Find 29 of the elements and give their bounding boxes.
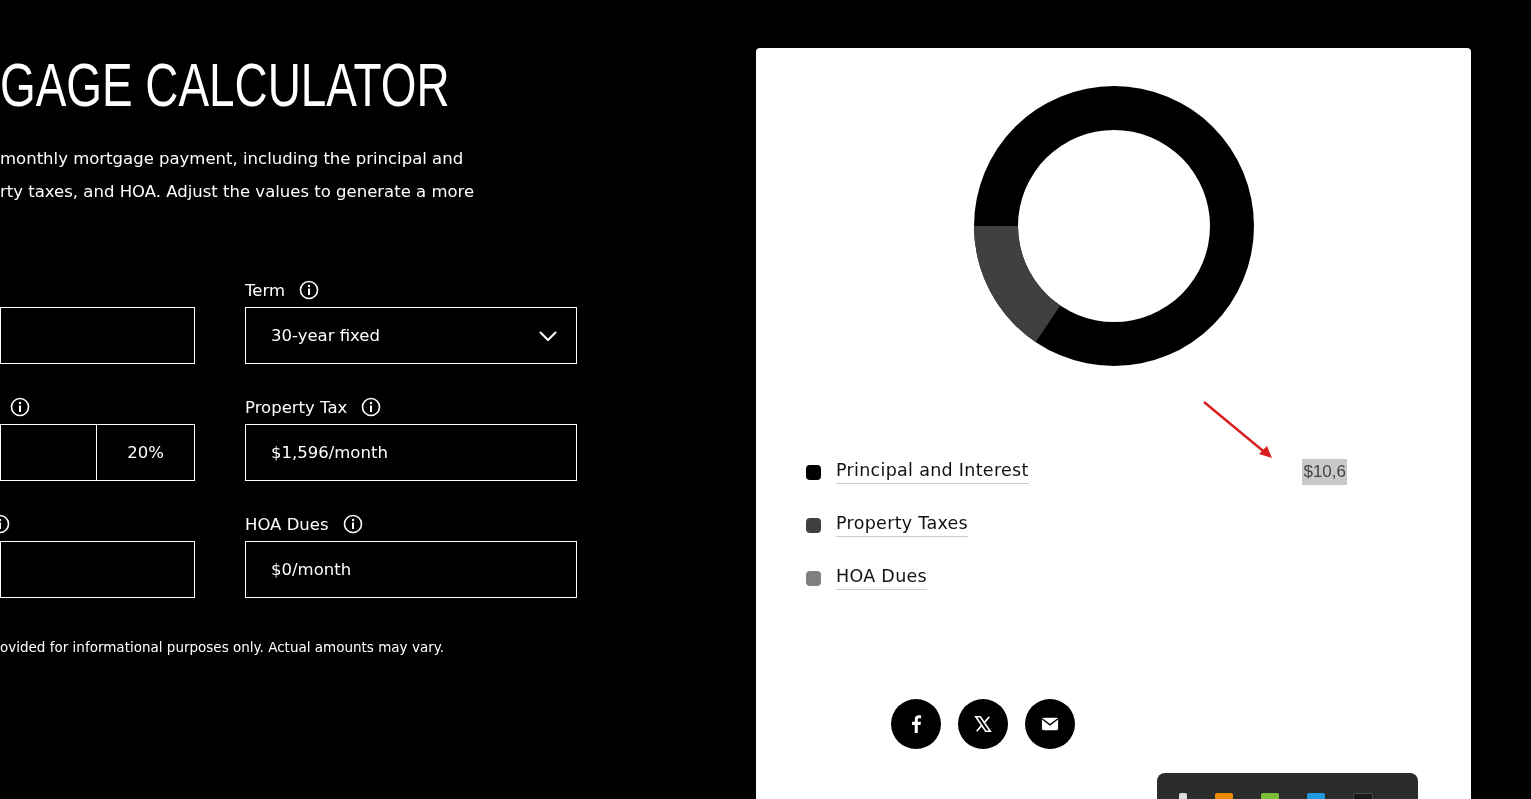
legend-label[interactable]: Property Taxes: [836, 513, 969, 537]
field-label: Term: [245, 280, 285, 300]
disclaimer-text: ovided for informational purposes only. Actual amounts may vary.: [0, 639, 445, 655]
field-label: HOA Dues: [245, 514, 329, 534]
annotation-arrow: [1202, 400, 1274, 460]
field-label: Property Tax: [245, 397, 348, 417]
email-share-button[interactable]: [1025, 699, 1075, 749]
term-dropdown[interactable]: 30-year fixed: [245, 307, 577, 364]
amount-text: $10,6: [1302, 459, 1347, 485]
info-icon[interactable]: [361, 397, 382, 417]
chevron-down-icon: [538, 329, 558, 342]
description-text: rty taxes, and HOA. Adjust the values to generate a more: [0, 181, 475, 203]
envelope-icon: [1041, 715, 1059, 733]
x-logo-icon: [974, 715, 992, 733]
legend-label[interactable]: HOA Dues: [836, 566, 927, 590]
page-title: GAGE CALCULATOR: [0, 54, 450, 116]
input-field[interactable]: [0, 541, 195, 598]
percent-field[interactable]: 20%: [96, 424, 195, 481]
legend-label[interactable]: Principal and Interest: [836, 460, 1029, 484]
input-field[interactable]: $0/month: [245, 541, 577, 598]
input-field[interactable]: [0, 307, 195, 364]
x-share-button[interactable]: [958, 699, 1008, 749]
description-text: monthly mortgage payment, including the principal and: [0, 148, 464, 170]
info-icon[interactable]: [342, 514, 363, 534]
info-icon[interactable]: [299, 280, 319, 300]
input-field[interactable]: [0, 424, 96, 481]
info-icon[interactable]: [10, 397, 30, 417]
facebook-share-button[interactable]: [891, 699, 941, 749]
input-field[interactable]: $1,596/month: [245, 424, 577, 481]
